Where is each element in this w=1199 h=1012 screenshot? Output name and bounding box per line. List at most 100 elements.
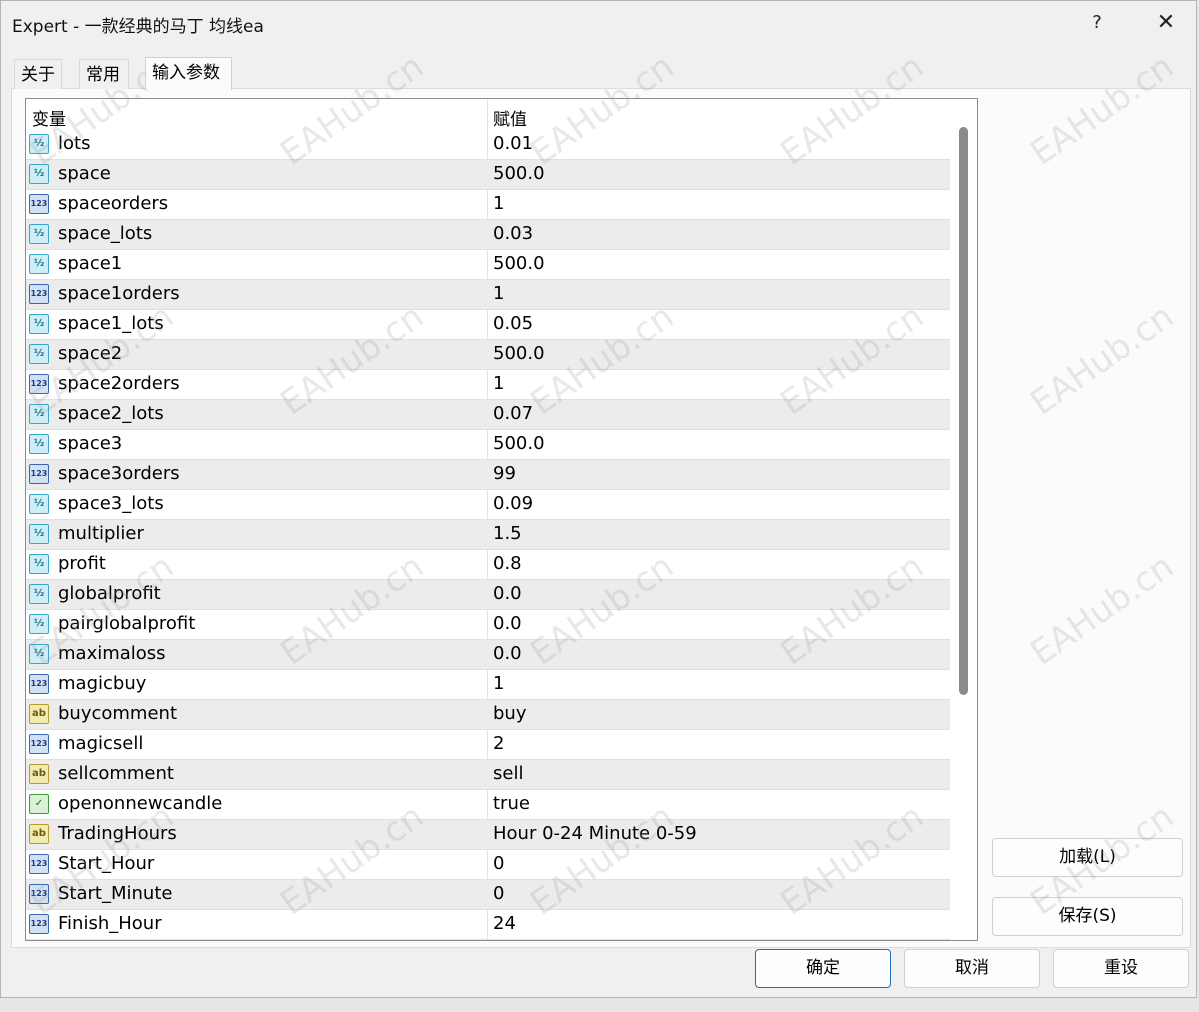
parameter-name: space1orders xyxy=(58,283,180,304)
table-row[interactable]: ½ maximaloss 0.0 xyxy=(26,640,950,670)
parameter-value[interactable]: 0.07 xyxy=(493,403,533,424)
table-row[interactable]: 123 Start_Minute 0 xyxy=(26,880,950,910)
parameter-name: magicsell xyxy=(58,733,144,754)
int-type-icon: 123 xyxy=(29,854,49,874)
parameters-grid: 变量 赋值 ½ lots 0.01 ½ space 500.0 123 spaceorders… xyxy=(25,98,978,941)
table-row[interactable]: ½ space1_lots 0.05 xyxy=(26,310,950,340)
table-row[interactable]: ½ space 500.0 xyxy=(26,160,950,190)
table-row[interactable]: ½ multiplier 1.5 xyxy=(26,520,950,550)
help-button[interactable]: ? xyxy=(1082,9,1112,37)
parameter-name: space_lots xyxy=(58,223,153,244)
table-row[interactable]: ½ globalprofit 0.0 xyxy=(26,580,950,610)
table-row[interactable]: 123 space3orders 99 xyxy=(26,460,950,490)
double-type-icon: ½ xyxy=(29,344,49,364)
parameter-value[interactable]: sell xyxy=(493,763,523,784)
string-type-icon: ab xyxy=(29,704,49,724)
table-row[interactable]: ½ lots 0.01 xyxy=(26,130,950,160)
parameter-name: magicbuy xyxy=(58,673,147,694)
double-type-icon: ½ xyxy=(29,134,49,154)
save-button[interactable]: 保存(S) xyxy=(992,897,1183,936)
double-type-icon: ½ xyxy=(29,404,49,424)
parameter-value[interactable]: 1 xyxy=(493,673,504,694)
table-row[interactable]: 123 space1orders 1 xyxy=(26,280,950,310)
parameter-value[interactable]: 500.0 xyxy=(493,253,545,274)
grid-rows: ½ lots 0.01 ½ space 500.0 123 spaceorders 1 ½ spac… xyxy=(26,130,950,940)
parameter-name: profit xyxy=(58,553,106,574)
parameter-value[interactable]: 1.5 xyxy=(493,523,522,544)
table-row[interactable]: ½ space_lots 0.03 xyxy=(26,220,950,250)
vertical-scrollbar[interactable] xyxy=(951,99,977,940)
parameter-value[interactable]: 99 xyxy=(493,463,516,484)
table-row[interactable]: ½ space1 500.0 xyxy=(26,250,950,280)
parameter-value[interactable]: 0.05 xyxy=(493,313,533,334)
reset-button[interactable]: 重设 xyxy=(1053,949,1189,988)
table-row[interactable]: 123 Finish_Hour 24 xyxy=(26,910,950,940)
parameter-value[interactable]: 0 xyxy=(493,883,504,904)
parameter-value[interactable]: buy xyxy=(493,703,527,724)
double-type-icon: ½ xyxy=(29,164,49,184)
parameter-value[interactable]: 0.8 xyxy=(493,553,522,574)
cancel-button[interactable]: 取消 xyxy=(904,949,1040,988)
table-row[interactable]: ab TradingHours Hour 0-24 Minute 0-59 xyxy=(26,820,950,850)
scroll-thumb[interactable] xyxy=(959,127,968,695)
parameter-name: space3_lots xyxy=(58,493,164,514)
table-row[interactable]: 123 Start_Hour 0 xyxy=(26,850,950,880)
table-row[interactable]: ✓ openonnewcandle true xyxy=(26,790,950,820)
parameter-name: Finish_Hour xyxy=(58,913,162,934)
parameter-name: space1 xyxy=(58,253,123,274)
ok-button[interactable]: 确定 xyxy=(755,949,891,988)
parameter-name: pairglobalprofit xyxy=(58,613,196,634)
parameter-value[interactable]: 1 xyxy=(493,193,504,214)
int-type-icon: 123 xyxy=(29,914,49,934)
parameter-value[interactable]: Hour 0-24 Minute 0-59 xyxy=(493,823,697,844)
close-icon[interactable]: ✕ xyxy=(1151,9,1181,37)
table-row[interactable]: 123 space2orders 1 xyxy=(26,370,950,400)
tab-about[interactable]: 关于 xyxy=(14,59,62,89)
double-type-icon: ½ xyxy=(29,494,49,514)
table-row[interactable]: ½ space3_lots 0.09 xyxy=(26,490,950,520)
table-row[interactable]: 123 spaceorders 1 xyxy=(26,190,950,220)
header-value[interactable]: 赋值 xyxy=(493,105,527,130)
parameter-value[interactable]: 500.0 xyxy=(493,343,545,364)
table-row[interactable]: ½ space2 500.0 xyxy=(26,340,950,370)
double-type-icon: ½ xyxy=(29,224,49,244)
parameter-value[interactable]: 24 xyxy=(493,913,516,934)
parameter-value[interactable]: true xyxy=(493,793,530,814)
table-row[interactable]: ½ space3 500.0 xyxy=(26,430,950,460)
table-row[interactable]: ab sellcomment sell xyxy=(26,760,950,790)
parameter-value[interactable]: 0.01 xyxy=(493,133,533,154)
parameter-value[interactable]: 0.0 xyxy=(493,583,522,604)
table-row[interactable]: 123 magicsell 2 xyxy=(26,730,950,760)
parameter-value[interactable]: 0.03 xyxy=(493,223,533,244)
parameter-name: space1_lots xyxy=(58,313,164,334)
parameter-value[interactable]: 1 xyxy=(493,283,504,304)
tab-common[interactable]: 常用 xyxy=(79,59,129,89)
parameter-name: space3 xyxy=(58,433,123,454)
header-variable[interactable]: 变量 xyxy=(32,105,66,130)
parameter-value[interactable]: 1 xyxy=(493,373,504,394)
parameter-name: space xyxy=(58,163,111,184)
table-row[interactable]: ½ pairglobalprofit 0.0 xyxy=(26,610,950,640)
parameter-value[interactable]: 0.09 xyxy=(493,493,533,514)
tab-inputs[interactable]: 输入参数 xyxy=(145,57,232,90)
parameter-name: space2orders xyxy=(58,373,180,394)
parameter-name: Start_Hour xyxy=(58,853,155,874)
table-row[interactable]: ab buycomment buy xyxy=(26,700,950,730)
parameter-name: buycomment xyxy=(58,703,178,724)
parameter-value[interactable]: 500.0 xyxy=(493,163,545,184)
table-row[interactable]: ½ space2_lots 0.07 xyxy=(26,400,950,430)
table-row[interactable]: 123 magicbuy 1 xyxy=(26,670,950,700)
double-type-icon: ½ xyxy=(29,614,49,634)
parameter-name: space2 xyxy=(58,343,123,364)
parameter-value[interactable]: 0.0 xyxy=(493,643,522,664)
parameter-value[interactable]: 2 xyxy=(493,733,504,754)
parameter-name: space3orders xyxy=(58,463,180,484)
parameter-value[interactable]: 500.0 xyxy=(493,433,545,454)
grid-header: 变量 赋值 xyxy=(26,99,950,130)
int-type-icon: 123 xyxy=(29,734,49,754)
parameter-value[interactable]: 0.0 xyxy=(493,613,522,634)
int-type-icon: 123 xyxy=(29,194,49,214)
table-row[interactable]: ½ profit 0.8 xyxy=(26,550,950,580)
load-button[interactable]: 加载(L) xyxy=(992,838,1183,877)
parameter-value[interactable]: 0 xyxy=(493,853,504,874)
